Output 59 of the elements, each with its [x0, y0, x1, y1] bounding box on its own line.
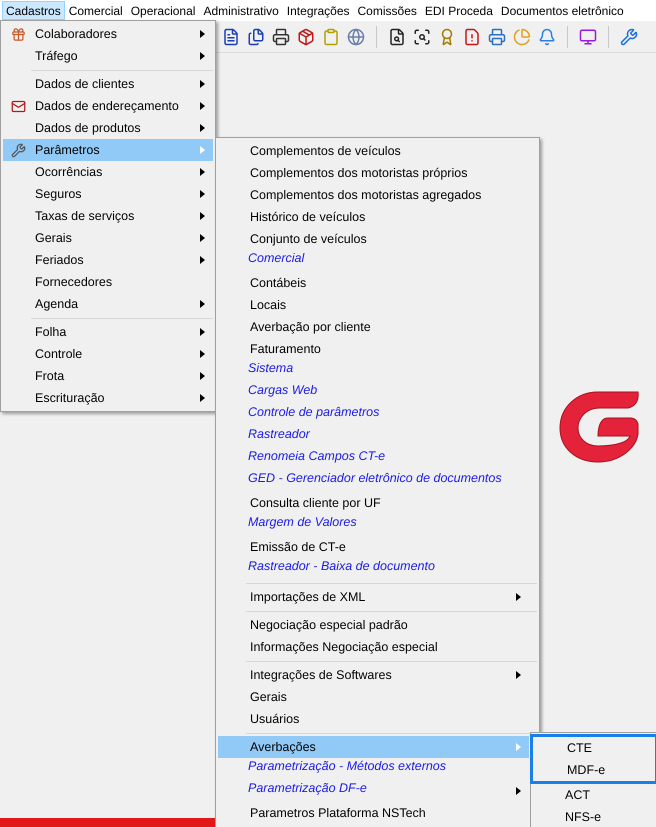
menu-item[interactable]: Dados de produtos	[3, 117, 213, 139]
menu-item[interactable]: Controle	[3, 343, 213, 365]
menu-item[interactable]: Ocorrências	[3, 161, 213, 183]
menu-item[interactable]: Dados de clientes	[3, 73, 213, 95]
menubar-item[interactable]: EDI Proceda	[420, 1, 497, 20]
menu-item[interactable]: Conjunto de veículos	[218, 228, 529, 250]
menu-item[interactable]: Informações Negociação especial	[218, 636, 529, 658]
menu-item[interactable]: Fornecedores	[3, 271, 213, 293]
menu-item[interactable]: Contábeis	[218, 272, 529, 294]
menu-item[interactable]: Agenda	[3, 293, 213, 315]
menu-item[interactable]: Complementos de veículos	[218, 140, 529, 162]
menu-item[interactable]: Gerais	[3, 227, 213, 249]
menu-item[interactable]: Consulta cliente por UF	[218, 492, 529, 514]
menu-item[interactable]: Locais	[218, 294, 529, 316]
menu-item[interactable]: Taxas de serviços	[3, 205, 213, 227]
menu-item[interactable]: Importações de XML	[218, 586, 529, 608]
menu-item[interactable]: Controle de parâmetros	[218, 404, 529, 426]
menu-item[interactable]: Parametrização DF-e	[218, 780, 529, 802]
menu-item[interactable]: Folha	[3, 321, 213, 343]
menu-item[interactable]: Seguros	[3, 183, 213, 205]
menu-item[interactable]: Histórico de veículos	[218, 206, 529, 228]
menu-item[interactable]: Tráfego	[3, 45, 213, 67]
menu-item[interactable]: Integrações de Softwares	[218, 664, 529, 686]
menu-item[interactable]: Margem de Valores	[218, 514, 529, 536]
menu-item[interactable]: Renomeia Campos CT-e	[218, 448, 529, 470]
menubar-item[interactable]: Operacional	[126, 1, 200, 20]
menubar-item[interactable]: Administrativo	[199, 1, 283, 20]
menu-item[interactable]: Averbação por cliente	[218, 316, 529, 338]
menubar-item[interactable]: Comissões	[354, 1, 421, 20]
menubar-item[interactable]: Cadastros	[2, 1, 65, 20]
menu-item[interactable]: Rastreador - Baixa de documento	[218, 558, 529, 580]
menu-item[interactable]: Negociação especial padrão	[218, 614, 529, 636]
menu-item[interactable]: MDF-e	[533, 759, 655, 781]
menubar-item[interactable]: Comercial	[64, 1, 127, 20]
menu-item[interactable]: NFS-e	[531, 806, 656, 827]
menu-item[interactable]: Parâmetros	[3, 139, 213, 161]
menu-item[interactable]: Rastreador	[218, 426, 529, 448]
menubar-item[interactable]: Documentos eletrônico	[496, 1, 628, 20]
menu-item[interactable]: Colaboradores	[3, 23, 213, 45]
menu-item[interactable]: Sistema	[218, 360, 529, 382]
menu-item[interactable]: Escrituração	[3, 387, 213, 409]
menu-item[interactable]: Feriados	[3, 249, 213, 271]
menu-item[interactable]: CTE	[533, 737, 655, 759]
menu-item[interactable]: Averbações	[218, 736, 529, 758]
menu-item[interactable]: Parametros Plataforma NSTech	[218, 802, 529, 824]
menu-item[interactable]: Comercial	[218, 250, 529, 272]
menu-item[interactable]: Complementos dos motoristas agregados	[218, 184, 529, 206]
menu-item[interactable]: Frota	[3, 365, 213, 387]
menu-item[interactable]: Usuários	[218, 708, 529, 730]
menu-item[interactable]: ACT	[531, 784, 656, 806]
menu-item[interactable]: Parametrização - Métodos externos	[218, 758, 529, 780]
menu-item[interactable]: Dados de endereçamento	[3, 95, 213, 117]
menu-item[interactable]: Emissão de CT-e	[218, 536, 529, 558]
menu-item[interactable]: Faturamento	[218, 338, 529, 360]
menu-item[interactable]: Cargas Web	[218, 382, 529, 404]
menu-item[interactable]: Gerais	[218, 686, 529, 708]
menu-item[interactable]: GED - Gerenciador eletrônico de documentos	[218, 470, 529, 492]
menubar-item[interactable]: Integrações	[282, 1, 354, 20]
menu-item[interactable]: Complementos dos motoristas próprios	[218, 162, 529, 184]
